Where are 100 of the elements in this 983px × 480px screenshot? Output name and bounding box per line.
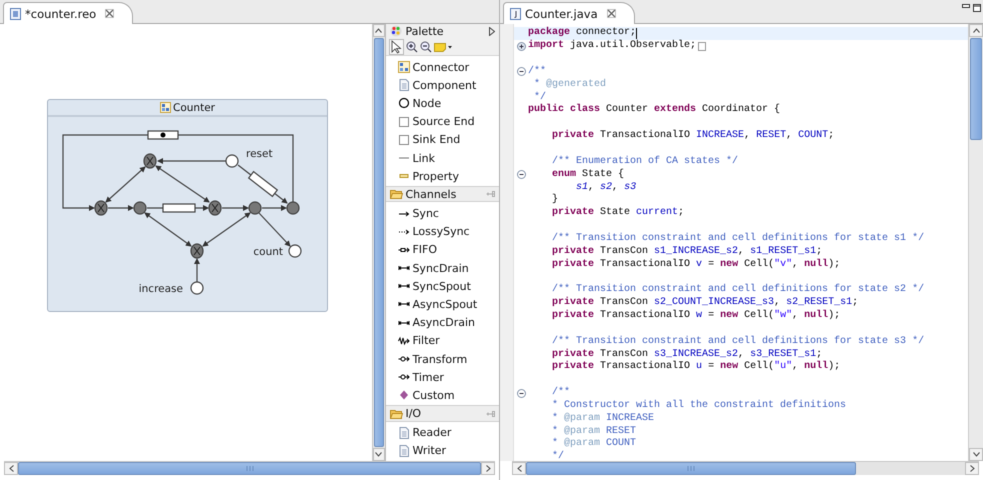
palette-item[interactable]: AsyncSpout [386, 295, 499, 314]
document-icon [398, 79, 410, 92]
horizontal-scrollbar[interactable] [4, 461, 495, 475]
palette-item[interactable]: Connector [386, 58, 499, 76]
code-line: * @generated [533, 78, 606, 91]
code-line: /** Enumeration of CA states */ [551, 156, 738, 168]
collapse-fold-icon[interactable] [516, 388, 526, 398]
scroll-up-icon[interactable] [375, 28, 382, 33]
expand-fold-icon[interactable] [516, 42, 526, 51]
scroll-down-icon[interactable] [972, 452, 980, 457]
palette-item[interactable]: Sink End [386, 130, 499, 149]
code-line: import java.util.Observable; [528, 40, 696, 52]
palette-item[interactable]: Timer [386, 368, 499, 386]
note-dropdown-icon[interactable] [434, 42, 452, 52]
minimize-icon[interactable] [962, 4, 970, 9]
scroll-right-icon[interactable] [486, 465, 490, 472]
vertical-scrollbar[interactable] [372, 24, 386, 461]
palette-item[interactable]: FIFO [386, 240, 499, 259]
expand-icon[interactable] [489, 26, 495, 36]
square-icon [398, 134, 410, 146]
node-label: count [253, 246, 283, 258]
palette-item[interactable]: AsyncDrain [386, 314, 499, 332]
collapse-fold-icon[interactable] [516, 170, 526, 180]
scroll-up-icon[interactable] [972, 28, 980, 33]
code-line: enum State { [551, 168, 624, 181]
code-line: /** Transition constraint and cell definitions for state s3 */ [551, 336, 924, 348]
code-line: /** [528, 66, 546, 78]
horizontal-scrollbar[interactable] [512, 461, 979, 475]
connector-title: Counter [173, 102, 215, 114]
editor-tab[interactable]: Counter.java [503, 2, 635, 24]
code-line: */ [551, 451, 564, 461]
palette-item[interactable]: Reader [386, 424, 499, 442]
code-line: /** Transition constraint and cell definitions for state s1 */ [551, 232, 924, 245]
folder-icon [390, 189, 404, 200]
scroll-left-icon[interactable] [516, 465, 522, 472]
zoom-out-icon[interactable] [420, 40, 432, 53]
folded-code-marker[interactable] [698, 42, 706, 51]
drawer-header[interactable]: I/O [386, 405, 499, 422]
palette-item[interactable]: Component [386, 76, 499, 94]
scroll-left-icon[interactable] [8, 465, 14, 472]
network-icon [398, 61, 410, 74]
grip-icon[interactable] [246, 466, 254, 471]
java-file-icon [510, 8, 521, 20]
palette-item[interactable]: Link [386, 148, 499, 168]
code-line: private TransCon s3_INCREASE_s2, s3_RESET_s1; [551, 348, 822, 360]
zigzag-arrow-icon [398, 334, 410, 347]
document-icon [398, 444, 410, 457]
palette-item[interactable]: Property [386, 167, 499, 186]
diamond-icon [398, 389, 410, 402]
node-label: increase [138, 283, 183, 295]
code-line: private TransactionalIO INCREASE, RESET, COUNT; [551, 130, 834, 142]
document-icon [398, 426, 410, 439]
code-line: private TransCon s1_INCREASE_s2, s1_RESET_s1; [551, 246, 822, 258]
code-line: private TransactionalIO w = new Cell("w", null); [551, 310, 840, 322]
code-line: */ [533, 92, 546, 104]
code-line: * Constructor with all the constraint definitions [551, 400, 846, 412]
code-line: private State current; [551, 207, 684, 220]
code-line: s1, s2, s3 [575, 182, 636, 194]
maximize-icon[interactable] [973, 4, 981, 12]
scroll-down-icon[interactable] [375, 452, 382, 457]
palette-item[interactable]: Node [386, 94, 499, 113]
code-line: package connector; [528, 27, 636, 40]
code-line: private TransCon s2_COUNT_INCREASE_s3, s2_RESET_s1; [551, 297, 858, 310]
palette-item[interactable]: Custom [386, 386, 499, 404]
collapse-fold-icon[interactable] [516, 67, 526, 76]
palette-item[interactable]: SyncSpout [386, 277, 499, 296]
palette-item[interactable]: Writer [386, 442, 499, 460]
close-icon[interactable] [606, 9, 616, 18]
drawer-header[interactable]: Channels [386, 186, 499, 202]
palette-title: Palette [405, 24, 444, 38]
code-line: } [551, 194, 558, 206]
palette-icon [390, 25, 402, 38]
network-icon [160, 102, 172, 113]
code-line: /** [551, 387, 570, 400]
node-label: reset [246, 148, 273, 160]
vertical-scrollbar-thumb[interactable] [970, 38, 982, 140]
grip-icon[interactable] [687, 466, 695, 471]
palette-item[interactable]: Filter [386, 332, 499, 350]
code-line: * @param RESET [551, 426, 636, 438]
pointer-icon[interactable] [389, 38, 404, 55]
palette-item[interactable]: Source End [386, 112, 499, 131]
zoom-in-icon[interactable] [406, 40, 418, 53]
scroll-right-icon[interactable] [970, 465, 974, 472]
code-line: public class Counter extends Coordinator { [528, 104, 780, 116]
palette-item[interactable]: LossySync [386, 222, 499, 241]
code-line: private TransactionalIO u = new Cell("u", null); [551, 361, 840, 374]
palette-item[interactable]: Transform [386, 350, 499, 368]
palette-item[interactable]: SyncDrain [386, 258, 499, 278]
editor-tab[interactable]: *counter.reo [3, 2, 134, 24]
code-line: private TransactionalIO v = new Cell("v", null); [551, 258, 840, 271]
code-line: * @param INCREASE [551, 412, 654, 425]
code-line: * @param COUNT [551, 438, 636, 450]
file-icon [10, 8, 21, 20]
circle-icon [398, 97, 410, 110]
close-icon[interactable] [105, 9, 114, 18]
folder-icon [390, 408, 404, 419]
code-line: /** Transition constraint and cell definitions for state s2 */ [551, 284, 924, 296]
square-icon [398, 116, 410, 128]
text-cursor [636, 28, 638, 39]
palette-item[interactable]: Sync [386, 204, 499, 223]
